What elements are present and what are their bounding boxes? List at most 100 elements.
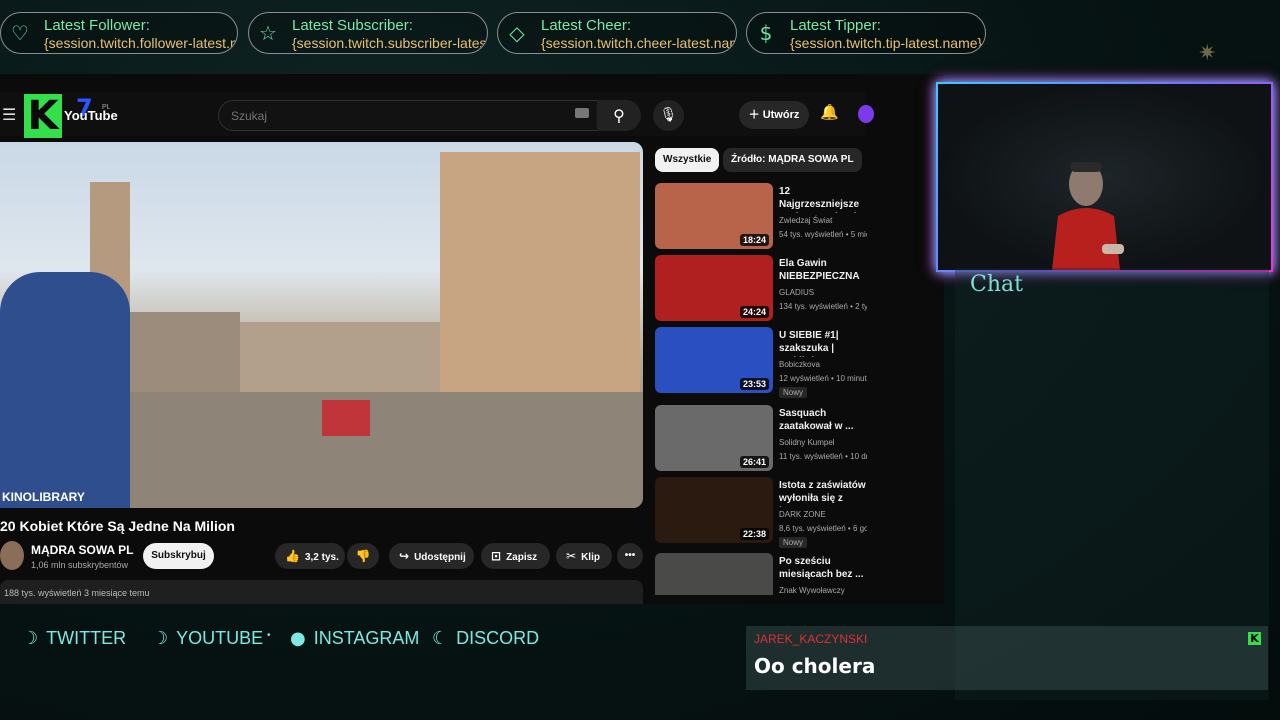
rec-views: 12 wyświetleń • 10 minut (779, 374, 867, 383)
rec-channel[interactable]: Bobiczkova (779, 360, 820, 369)
dislike-button[interactable]: 👎 (347, 543, 379, 569)
duration-badge: 22:38 (739, 528, 769, 540)
subscriber-count: 1,06 mln subskrybentów (31, 560, 129, 570)
browser-capture: ☰ K 7 YouTube PL ⚲ 🎙 ＋ Utwórz 🔔 KINOLIBR… (0, 74, 944, 604)
channel-avatar[interactable] (0, 541, 24, 570)
k7-logo-k: K (24, 94, 62, 138)
social-youtube[interactable]: ☽ YOUTUBE (152, 628, 263, 649)
thumbs-up-icon: 👍 (285, 549, 300, 563)
video-player[interactable]: KINOLIBRARY (0, 142, 643, 508)
search-input[interactable] (229, 105, 563, 127)
thumbs-down-icon: 👎 (355, 549, 371, 563)
region-label: PL (102, 104, 111, 111)
chat-message: JAREK_KACZYNSKI Oo cholera K (746, 626, 1268, 690)
search-button[interactable]: ⚲ (597, 100, 641, 131)
rec-title[interactable]: Po sześciu miesiącach bez ... (779, 555, 866, 583)
alert-value: {session.twitch.tip-latest.name} (790, 35, 983, 51)
chat-label: Chat (970, 272, 1023, 297)
youtube-header: ☰ K 7 YouTube PL ⚲ 🎙 ＋ Utwórz 🔔 (0, 92, 874, 138)
rec-channel[interactable]: Znak Wywoławczy (779, 586, 845, 595)
save-label: Zapisz (506, 552, 538, 563)
like-count: 3,2 tys. (304, 552, 339, 563)
share-label: Udostępnij (414, 552, 466, 563)
thumbnail[interactable]: 26:41 (655, 405, 773, 471)
clip-label: Klip (581, 552, 600, 563)
subscribe-button[interactable]: Subskrybuj (143, 543, 214, 569)
rec-title[interactable]: 12 Najgrzeszniejsze Kraje, W Których ... (779, 185, 867, 213)
thumbnail[interactable]: 18:24 (655, 183, 773, 249)
social-discord[interactable]: ☾ DISCORD (432, 628, 539, 649)
dollar-icon: $ (759, 21, 773, 45)
alert-value: {session.twitch.follower-latest.name} (44, 35, 238, 51)
account-avatar[interactable] (858, 105, 874, 123)
menu-icon[interactable]: ☰ (2, 105, 16, 124)
voice-search-button[interactable]: 🎙 (653, 100, 684, 131)
latest-tipper-alert: $ Latest Tipper: {session.twitch.tip-lat… (746, 12, 986, 54)
duration-badge: 26:41 (739, 456, 769, 468)
description-box[interactable]: 188 tys. wyświetleń 3 miesiące temu (0, 580, 643, 604)
rec-title[interactable]: U SIEBIE #1| szakszuka | makijaż (779, 329, 867, 357)
thumbnail[interactable]: 23:53 (655, 327, 773, 393)
recommendation-item[interactable]: 26:41 Sasquach zaatakował w ... Solidny … (655, 405, 867, 473)
duration-badge: 18:24 (739, 234, 769, 246)
diamond-icon: ◇ (509, 21, 525, 45)
chip-source[interactable]: Źródło: MĄDRA SOWA PL (723, 148, 862, 172)
rec-channel[interactable]: GLADIUS (779, 288, 814, 297)
recommendation-item[interactable]: Po sześciu miesiącach bez ... Znak Wywoł… (655, 553, 866, 595)
moon-icon: ☽ (22, 628, 39, 649)
rec-title[interactable]: Sasquach zaatakował w ... (779, 407, 867, 435)
keyboard-icon[interactable] (575, 108, 589, 118)
recommendation-item[interactable]: 18:24 12 Najgrzeszniejsze Kraje, W Który… (655, 183, 867, 251)
channel-name[interactable]: MĄDRA SOWA PL (31, 543, 133, 557)
alert-title: Latest Cheer: (541, 17, 632, 34)
rec-views: 54 tys. wyświetleń • 5 mies (779, 230, 867, 239)
bookmark-icon: ⊡ (491, 549, 502, 563)
thumbnail[interactable]: 24:24 (655, 255, 773, 321)
chat-username: JAREK_KACZYNSKI (754, 632, 868, 646)
social-instagram[interactable]: ● INSTAGRAM (290, 628, 419, 649)
notifications-bell-icon[interactable]: 🔔 (820, 103, 839, 121)
more-actions-button[interactable]: ••• (617, 543, 643, 569)
recommendation-item[interactable]: 23:53 U SIEBIE #1| szakszuka | makijaż B… (655, 327, 867, 398)
alert-value: {session.twitch.cheer-latest.name} (541, 35, 737, 51)
scissors-icon: ✂ (566, 549, 577, 563)
rec-channel[interactable]: Solidny Kumpel (779, 438, 835, 447)
search-icon: ⚲ (613, 106, 625, 125)
webcam-frame (936, 82, 1273, 272)
view-count-date: 188 tys. wyświetleń 3 miesiące temu (4, 588, 150, 598)
share-button[interactable]: ↪ Udostępnij (389, 543, 474, 569)
rec-title[interactable]: Ela Gawin NIEBEZPIECZNA ... (779, 257, 867, 285)
social-label: TWITTER (46, 628, 127, 648)
rec-channel[interactable]: DARK ZONE (779, 510, 826, 519)
microphone-icon: 🎙 (659, 107, 678, 123)
search-box[interactable] (218, 100, 598, 131)
new-badge: Nowy (779, 537, 808, 548)
kick-badge-icon: K (1248, 632, 1261, 645)
video-frame-bus (322, 400, 370, 436)
rec-channel[interactable]: Zwiedzaj Świat (779, 216, 832, 225)
latest-follower-alert: ♡ Latest Follower: {session.twitch.follo… (0, 12, 238, 54)
like-button[interactable]: 👍 3,2 tys. (275, 543, 345, 569)
duration-badge: 24:24 (739, 306, 769, 318)
recommendation-item[interactable]: 22:38 Istota z zaświatów wyłoniła się z … (655, 477, 867, 548)
save-button[interactable]: ⊡ Zapisz (481, 543, 550, 569)
social-label: INSTAGRAM (313, 628, 420, 648)
create-label: Utwórz (762, 109, 800, 121)
rec-views: 8,6 tys. wyświetleń • 6 godz (779, 524, 867, 533)
youtube-logo[interactable]: K 7 YouTube PL (24, 94, 118, 138)
plus-icon: ＋ (748, 109, 763, 121)
video-watermark: KINOLIBRARY (2, 490, 85, 504)
social-twitter[interactable]: ☽ TWITTER (22, 628, 126, 649)
chip-all[interactable]: Wszystkie (655, 148, 720, 172)
rec-views: 134 tys. wyświetleń • 2 tyg (779, 302, 867, 311)
alert-title: Latest Subscriber: (292, 17, 413, 34)
clip-button[interactable]: ✂ Klip (556, 543, 612, 569)
thumbnail[interactable] (655, 553, 773, 595)
create-button[interactable]: ＋ Utwórz (739, 101, 809, 129)
more-icon: ••• (624, 550, 636, 561)
star-icon: ☆ (259, 21, 277, 45)
latest-cheer-alert: ◇ Latest Cheer: {session.twitch.cheer-la… (497, 12, 737, 54)
thumbnail[interactable]: 22:38 (655, 477, 773, 543)
recommendation-item[interactable]: 24:24 Ela Gawin NIEBEZPIECZNA ... GLADIU… (655, 255, 867, 323)
rec-title[interactable]: Istota z zaświatów wyłoniła się z lustra (779, 479, 867, 507)
